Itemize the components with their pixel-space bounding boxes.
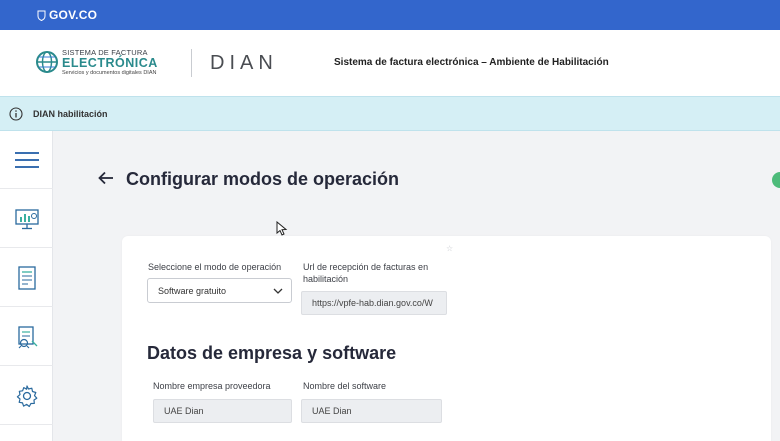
header-title: Sistema de factura electrónica – Ambient…: [334, 57, 609, 68]
software-name-label: Nombre del software: [303, 381, 387, 391]
reception-url-label-line1: Url de recepción de facturas en: [303, 262, 429, 272]
dian-logo[interactable]: DIAN: [210, 52, 278, 75]
mouse-cursor-icon: [276, 221, 288, 236]
software-name-field[interactable]: UAE Dian: [301, 399, 442, 423]
gear-icon: [16, 384, 37, 407]
site-header: SISTEMA DE FACTURA ELECTRÓNICA Servicios…: [0, 30, 780, 96]
logo-line-3: Servicios y documentos digitales DIAN: [62, 70, 157, 76]
page-title: Configurar modos de operación: [126, 169, 400, 189]
operation-mode-label: Seleccione el modo de operación: [148, 262, 282, 272]
sidebar-item-certificates[interactable]: [0, 308, 53, 366]
reception-url-label-line2: habilitación: [303, 274, 349, 284]
reception-url-field[interactable]: https://vpfe-hab.dian.gov.co/W: [301, 291, 447, 315]
provider-name-label: Nombre empresa proveedora: [153, 381, 271, 391]
environment-label: DIAN habilitación: [33, 108, 108, 119]
logo-line-2: ELECTRÓNICA: [62, 56, 158, 70]
operation-mode-value: Software gratuito: [158, 285, 227, 296]
sidebar-menu-toggle[interactable]: [0, 131, 53, 189]
help-bubble[interactable]: [772, 172, 780, 188]
gov-co-bar: GOV.CO: [0, 0, 780, 30]
sidebar: [0, 131, 53, 441]
company-section-title: Datos de empresa y software: [147, 343, 397, 363]
factura-electronica-logo[interactable]: SISTEMA DE FACTURA ELECTRÓNICA Servicios…: [35, 48, 175, 80]
sidebar-item-settings[interactable]: [0, 367, 53, 425]
sidebar-item-dashboard[interactable]: [0, 190, 53, 248]
document-stamp-icon: [17, 325, 37, 348]
environment-bar: DIAN habilitación: [0, 96, 780, 131]
back-arrow-icon[interactable]: [97, 169, 115, 187]
sidebar-item-documents[interactable]: [0, 249, 53, 307]
gov-shield-icon: [37, 10, 46, 21]
globe-logo-icon: [36, 51, 58, 73]
decorative-star-icon: ☆: [446, 244, 454, 253]
operation-mode-select[interactable]: Software gratuito: [147, 278, 292, 303]
document-list-icon: [17, 265, 36, 290]
monitor-chart-icon: [14, 208, 39, 229]
chevron-down-icon: [273, 288, 283, 294]
header-divider: [191, 49, 192, 77]
info-icon: [9, 106, 23, 121]
gov-co-link[interactable]: GOV.CO: [49, 8, 97, 22]
provider-name-field[interactable]: UAE Dian: [153, 399, 292, 423]
hamburger-menu-icon: [14, 151, 39, 168]
